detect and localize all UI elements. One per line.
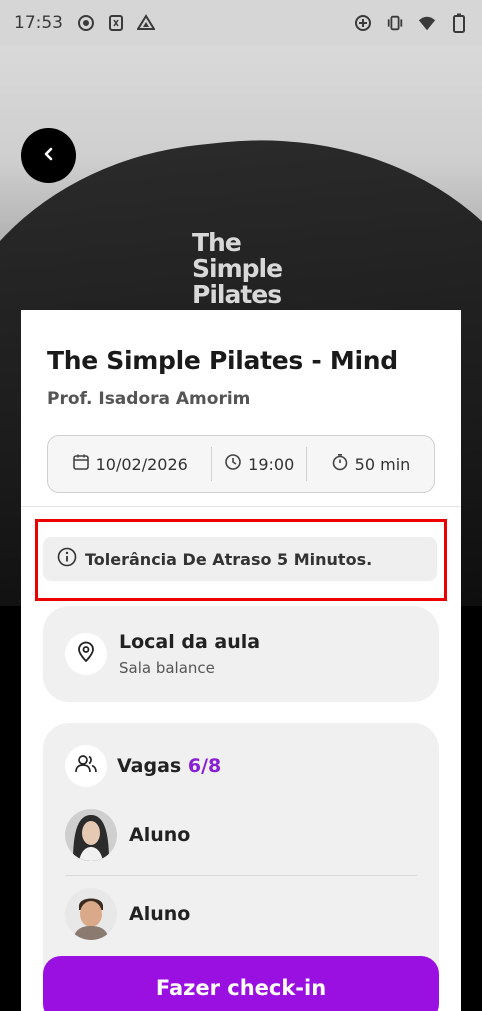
wifi-icon [418, 14, 436, 32]
timer-icon [331, 453, 349, 475]
class-time: 19:00 [211, 447, 306, 481]
drive-icon [137, 14, 155, 32]
student-avatar [65, 888, 117, 940]
class-title: The Simple Pilates - Mind [47, 346, 398, 375]
class-date-text: 10/02/2026 [95, 454, 188, 474]
teacher-name: Prof. Isadora Amorim [47, 389, 251, 409]
people-icon-wrap [65, 745, 107, 787]
highlight-frame [35, 519, 447, 601]
sim-icon [107, 14, 125, 32]
spots-label: Vagas 6/8 [117, 755, 222, 777]
student-item[interactable]: Aluno [65, 809, 417, 861]
status-time: 17:53 [14, 13, 63, 33]
checkin-button[interactable]: Fazer check-in [43, 956, 439, 1011]
class-date: 10/02/2026 [48, 447, 211, 481]
student-name: Aluno [129, 824, 191, 846]
student-name: Aluno [129, 903, 191, 925]
spots-count: 6/8 [187, 755, 222, 777]
divider [65, 875, 417, 876]
divider [21, 506, 461, 507]
class-location: Local da aula Sala balance [43, 606, 439, 702]
class-detail-card: The Simple Pilates - Mind Prof. Isadora … [21, 310, 461, 1011]
record-icon [77, 14, 95, 32]
back-button[interactable] [21, 128, 76, 183]
brand-logo: The Simple Pilates [192, 228, 283, 309]
class-time-text: 19:00 [248, 454, 295, 474]
chevron-left-icon [41, 146, 57, 165]
location-room: Sala balance [119, 659, 215, 677]
location-title: Local da aula [119, 631, 261, 653]
class-duration-text: 50 min [354, 454, 411, 474]
location-pin-icon [76, 641, 96, 667]
class-duration: 50 min [305, 447, 434, 481]
battery-icon [450, 13, 468, 33]
people-icon [74, 754, 98, 778]
data-saver-icon [354, 14, 372, 32]
location-icon-wrap [65, 633, 107, 675]
calendar-icon [72, 453, 90, 475]
vibrate-icon [386, 14, 404, 32]
status-bar: 17:53 [0, 0, 482, 46]
clock-icon [224, 453, 242, 475]
student-avatar [65, 809, 117, 861]
student-item[interactable]: Aluno [65, 888, 417, 940]
class-info-pill: 10/02/2026 19:00 50 min [47, 435, 435, 493]
